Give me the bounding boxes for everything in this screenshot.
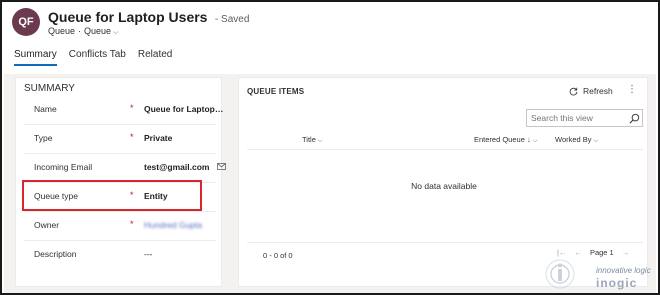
refresh-button[interactable]: Refresh [569, 86, 613, 96]
column-label: Worked By [555, 135, 592, 144]
field-label: Owner [34, 220, 60, 230]
tab-summary[interactable]: Summary [14, 49, 57, 66]
breadcrumb-separator: · [78, 26, 82, 36]
chevron-down-icon: ⌵ [317, 138, 323, 144]
field-incoming-email: Incoming Email test@gmail.com [24, 155, 226, 183]
title-row: Queue for Laptop Users - Saved [48, 9, 249, 27]
required-marker: * [130, 190, 134, 200]
incoming-email-value[interactable]: test@gmail.com [144, 162, 209, 172]
search-icon[interactable] [629, 113, 640, 124]
refresh-label: Refresh [583, 86, 613, 96]
column-label: Entered Queue [474, 135, 525, 144]
type-value[interactable]: Private [144, 133, 172, 143]
page-title: Queue for Laptop Users [48, 9, 208, 25]
watermark-brand: inogic [596, 276, 638, 290]
chevron-down-icon[interactable]: ⌵ [113, 29, 118, 36]
queue-type-value[interactable]: Entity [144, 191, 168, 201]
tab-related[interactable]: Related [138, 49, 172, 66]
search-input[interactable] [531, 111, 627, 125]
tab-conflicts[interactable]: Conflicts Tab [69, 49, 126, 66]
field-owner: Owner * Hundred Gupta [24, 213, 216, 241]
summary-title: SUMMARY [24, 83, 75, 94]
chevron-down-icon: ⌵ [593, 138, 599, 144]
name-value[interactable]: Queue for Laptop Us... [144, 104, 224, 114]
required-marker: * [130, 103, 134, 113]
sort-descending-icon: ↓ [526, 135, 531, 144]
breadcrumb-entity: Queue [48, 26, 76, 36]
footer-divider [247, 242, 643, 243]
field-name: Name * Queue for Laptop Us... [24, 97, 224, 125]
empty-message: No data available [411, 181, 477, 191]
chevron-down-icon: ⌵ [532, 138, 538, 144]
watermark-tagline: innovative logic [596, 266, 651, 275]
tab-bar: Summary Conflicts Tab Related [14, 49, 172, 66]
column-header-title[interactable]: Title ⌵ [302, 135, 322, 145]
field-type: Type * Private [24, 126, 216, 154]
field-label: Name [34, 104, 57, 114]
summary-section: SUMMARY Name * Queue for Laptop Us... Ty… [15, 77, 226, 287]
app-frame: QF Queue for Laptop Users - Saved Queue ·… [0, 0, 660, 295]
required-marker: * [130, 219, 134, 229]
queue-items-title: QUEUE ITEMS [247, 87, 305, 96]
refresh-icon [569, 87, 578, 95]
form-selector[interactable]: Queue [84, 26, 111, 36]
owner-lookup[interactable]: Hundred Gupta [144, 220, 202, 230]
search-box [526, 109, 643, 127]
header-divider [247, 149, 643, 150]
email-icon[interactable] [217, 163, 226, 170]
more-commands-icon[interactable]: ⋮ [627, 84, 637, 95]
field-label: Description [34, 249, 77, 259]
description-value[interactable]: --- [144, 249, 153, 259]
field-label: Type [34, 133, 53, 143]
breadcrumb: Queue · Queue ⌵ [48, 26, 118, 37]
field-queue-type: Queue type * Entity [24, 184, 216, 212]
column-header-worked-by[interactable]: Worked By ⌵ [555, 135, 598, 145]
field-label: Queue type [34, 191, 78, 201]
column-label: Title [302, 135, 316, 144]
field-description: Description --- [24, 242, 216, 270]
required-marker: * [130, 132, 134, 142]
saved-status: - Saved [214, 14, 250, 25]
column-header-entered-queue[interactable]: Entered Queue ↓ ⌵ [474, 135, 537, 145]
record-count: 0 - 0 of 0 [263, 251, 293, 260]
form-header: QF Queue for Laptop Users - Saved Queue ·… [2, 2, 658, 74]
field-label: Incoming Email [34, 162, 93, 172]
avatar: QF [12, 8, 40, 36]
